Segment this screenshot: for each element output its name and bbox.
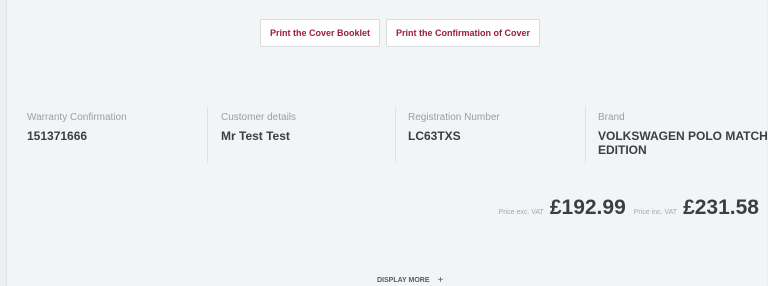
registration-number-field: Registration Number LC63TXS	[395, 107, 585, 163]
warranty-panel: Print the Cover Booklet Print the Confir…	[6, 0, 768, 286]
brand-field: Brand VOLKSWAGEN POLO MATCH EDITION	[585, 107, 768, 163]
brand-label: Brand	[598, 112, 625, 123]
registration-number-value: LC63TXS	[408, 129, 461, 143]
warranty-confirmation-value: 151371666	[27, 129, 88, 143]
price-summary: Price exc. VAT £192.99 Price inc. VAT £2…	[499, 196, 759, 220]
plus-icon: +	[437, 275, 444, 286]
registration-number-label: Registration Number	[408, 112, 500, 123]
price-inc-vat-value: £231.58	[683, 196, 759, 219]
price-exc-vat-value: £192.99	[549, 196, 626, 219]
display-more-label: DISPLAY MORE	[377, 277, 430, 284]
customer-details-label: Customer details	[221, 112, 297, 123]
customer-details-field: Customer details Mr Test Test	[207, 107, 395, 163]
display-more-toggle[interactable]: DISPLAY MORE +	[377, 275, 443, 286]
print-confirmation-button[interactable]: Print the Confirmation of Cover	[386, 19, 540, 47]
print-cover-booklet-button[interactable]: Print the Cover Booklet	[260, 19, 380, 47]
warranty-confirmation-label: Warranty Confirmation	[27, 112, 127, 123]
customer-details-value: Mr Test Test	[221, 129, 290, 143]
price-inc-vat-label: Price inc. VAT	[633, 209, 678, 216]
warranty-confirmation-field: Warranty Confirmation 151371666	[27, 107, 207, 163]
brand-value: VOLKSWAGEN POLO MATCH EDITION	[598, 129, 768, 157]
price-exc-vat-label: Price exc. VAT	[498, 209, 544, 216]
